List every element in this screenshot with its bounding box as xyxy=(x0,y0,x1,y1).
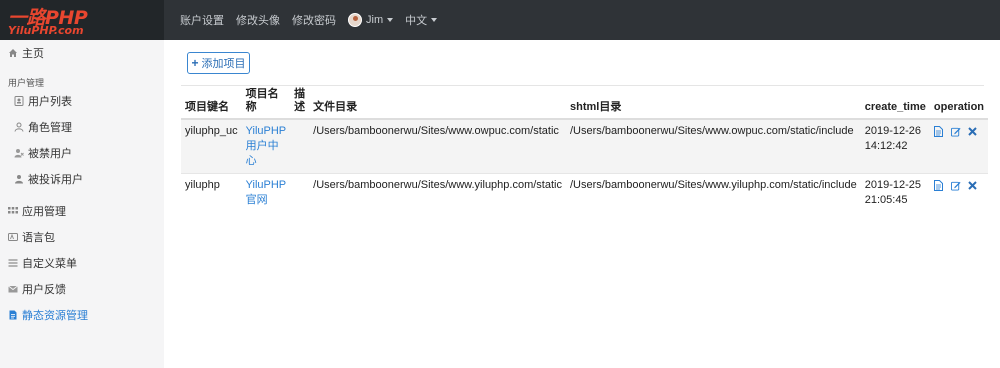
top-navbar: 一路PHP YiluPHP.com 账户设置 修改头像 修改密码 Jim 中文 xyxy=(0,0,1000,40)
sidebar-item-app-management[interactable]: 应用管理 xyxy=(8,202,66,220)
sidebar-item-label: 语言包 xyxy=(22,232,55,244)
top-nav-menu: 账户设置 修改头像 修改密码 Jim 中文 xyxy=(180,0,449,40)
envelope-icon xyxy=(8,284,18,294)
column-header-operation: operation xyxy=(929,88,989,120)
sidebar-item-user-feedback[interactable]: 用户反馈 xyxy=(8,280,66,298)
sidebar-item-role-management[interactable]: 角色管理 xyxy=(14,118,72,136)
grid-icon xyxy=(8,206,18,216)
cell-create-time: 2019-12-25 21:05:45 xyxy=(860,173,930,212)
sidebar-item-label: 自定义菜单 xyxy=(22,258,77,270)
user-card-icon xyxy=(14,96,24,106)
sidebar-item-language-pack[interactable]: 语言包 xyxy=(8,228,55,246)
user-icon xyxy=(14,174,24,184)
cell-shtml-directory: /Users/bamboonerwu/Sites/www.owpuc.com/s… xyxy=(565,118,861,174)
view-file-icon[interactable] xyxy=(934,180,944,191)
cell-shtml-directory: /Users/bamboonerwu/Sites/www.yiluphp.com… xyxy=(565,173,861,212)
cell-key: yiluphp xyxy=(181,173,242,212)
plus-icon: + xyxy=(191,56,199,70)
add-project-button[interactable]: + 添加项目 xyxy=(187,52,250,74)
cell-directory: /Users/bamboonerwu/Sites/www.owpuc.com/s… xyxy=(309,118,566,174)
delete-icon[interactable] xyxy=(968,126,978,137)
sidebar-item-label: 静态资源管理 xyxy=(22,310,88,322)
cell-operation xyxy=(929,118,989,174)
sidebar-item-label: 主页 xyxy=(22,48,44,60)
table-header-row: 项目键名 项目名称 描述 文件目录 shtml目录 create_time op… xyxy=(181,88,989,120)
edit-icon[interactable] xyxy=(950,126,961,137)
column-header-key: 项目键名 xyxy=(181,88,242,120)
sidebar-item-user-list[interactable]: 用户列表 xyxy=(14,92,72,110)
sidebar-item-banned-users[interactable]: 被禁用户 xyxy=(14,144,72,162)
cell-operation xyxy=(929,173,989,212)
user-name: Jim xyxy=(366,14,384,26)
edit-icon[interactable] xyxy=(950,180,961,191)
create-clock: 21:05:45 xyxy=(864,194,908,206)
cell-directory: /Users/bamboonerwu/Sites/www.yiluphp.com… xyxy=(309,173,566,212)
sidebar-item-complained-users[interactable]: 被投诉用户 xyxy=(14,170,83,188)
cell-description xyxy=(290,173,310,212)
column-header-description: 描述 xyxy=(290,88,310,120)
sidebar: 主页 用户管理 用户列表 角色管理 被禁用户 被投诉用户 应用管理 语言包 自定… xyxy=(0,40,164,368)
language-dropdown[interactable]: 中文 xyxy=(405,12,438,28)
language-label: 中文 xyxy=(405,15,428,27)
sidebar-item-label: 应用管理 xyxy=(22,206,66,218)
nav-account-settings[interactable]: 账户设置 xyxy=(180,12,224,28)
user-menu-dropdown[interactable]: Jim xyxy=(348,13,394,27)
sidebar-item-label: 被投诉用户 xyxy=(28,174,83,186)
nav-change-avatar[interactable]: 修改头像 xyxy=(236,12,280,28)
avatar xyxy=(348,13,362,27)
sidebar-item-static-resources[interactable]: 静态资源管理 xyxy=(8,306,88,324)
sidebar-item-label: 用户反馈 xyxy=(22,284,66,296)
sidebar-section-user-management: 用户管理 xyxy=(8,78,45,88)
delete-icon[interactable] xyxy=(968,180,978,191)
chevron-down-icon xyxy=(431,18,438,22)
projects-table: 项目键名 项目名称 描述 文件目录 shtml目录 create_time op… xyxy=(181,88,989,212)
cell-key: yiluphp_uc xyxy=(181,118,242,174)
create-date: 2019-12-25 xyxy=(864,179,922,191)
create-date: 2019-12-26 xyxy=(864,125,922,137)
column-header-directory: 文件目录 xyxy=(309,88,566,120)
sidebar-item-label: 被禁用户 xyxy=(28,148,72,160)
view-file-icon[interactable] xyxy=(934,126,944,137)
sidebar-item-custom-menu[interactable]: 自定义菜单 xyxy=(8,254,77,272)
brand-logo-sub: YiluPHP.com xyxy=(8,24,84,37)
file-icon xyxy=(8,310,18,320)
cell-create-time: 2019-12-26 14:12:42 xyxy=(860,118,930,174)
table-row: yiluphp_uc YiluPHP用户中心 /Users/bamboonerw… xyxy=(181,118,989,174)
sidebar-item-home[interactable]: 主页 xyxy=(8,44,44,62)
home-icon xyxy=(8,48,18,58)
list-icon xyxy=(8,258,18,268)
language-icon xyxy=(8,232,18,242)
column-header-shtml-directory: shtml目录 xyxy=(565,88,861,120)
sidebar-item-label: 角色管理 xyxy=(28,122,72,134)
column-header-create-time: create_time xyxy=(860,88,930,120)
add-project-label: 添加项目 xyxy=(201,58,246,70)
nav-change-password[interactable]: 修改密码 xyxy=(292,12,336,28)
create-clock: 14:12:42 xyxy=(864,140,908,152)
divider xyxy=(181,85,984,86)
cell-description xyxy=(290,118,310,174)
brand-logo[interactable]: 一路PHP YiluPHP.com xyxy=(0,0,164,40)
sidebar-item-label: 用户列表 xyxy=(28,96,72,108)
chevron-down-icon xyxy=(387,18,394,22)
project-name-link[interactable]: YiluPHP用户中心 xyxy=(246,125,287,167)
table-row: yiluphp YiluPHP官网 /Users/bamboonerwu/Sit… xyxy=(181,173,989,212)
user-ban-icon xyxy=(14,148,24,158)
user-icon xyxy=(14,122,24,132)
column-header-name: 项目名称 xyxy=(241,88,291,120)
project-name-link[interactable]: YiluPHP官网 xyxy=(246,179,287,206)
